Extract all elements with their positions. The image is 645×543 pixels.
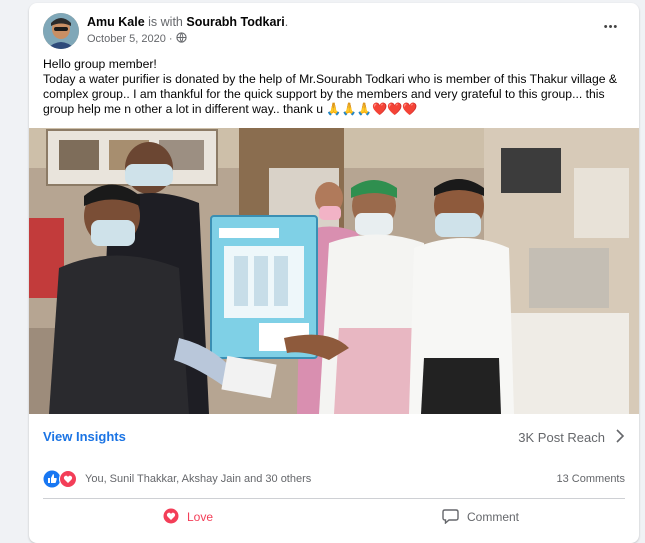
meta-separator: ·	[168, 33, 173, 45]
author-avatar[interactable]	[43, 13, 79, 49]
reaction-icons[interactable]	[43, 470, 77, 488]
like-icon	[43, 470, 61, 488]
post-actions: Love Comment	[29, 503, 639, 531]
author-line: Amu Kale is with Sourabh Todkari.	[87, 15, 288, 29]
love-icon	[59, 470, 77, 488]
chevron-right-icon	[615, 428, 625, 447]
post-reach-button[interactable]: 3K Post Reach	[518, 428, 625, 447]
reaction-names[interactable]: You, Sunil Thakkar, Akshay Jain and 30 o…	[85, 473, 311, 485]
tagged-suffix: .	[284, 15, 289, 29]
insights-row: View Insights 3K Post Reach	[43, 427, 625, 447]
post-meta: October 5, 2020 ·	[87, 32, 187, 46]
more-options-button[interactable]: •••	[599, 17, 623, 37]
post-text-line-2: Today a water purifier is donated by the…	[43, 72, 618, 116]
love-label: Love	[187, 510, 214, 524]
post-photo[interactable]	[29, 128, 639, 414]
comment-button[interactable]: Comment	[442, 505, 519, 529]
comment-icon	[442, 508, 459, 527]
globe-icon	[175, 32, 187, 46]
love-reaction-icon	[163, 508, 179, 527]
post-header: Amu Kale is with Sourabh Todkari. Octobe…	[43, 13, 623, 53]
post-text: Hello group member! Today a water purifi…	[43, 57, 633, 117]
love-button[interactable]: Love	[163, 505, 213, 529]
post-reach-text: 3K Post Reach	[518, 430, 605, 445]
comments-count[interactable]: 13 Comments	[557, 473, 625, 485]
author-name[interactable]: Amu Kale	[87, 15, 145, 29]
actions-divider	[43, 498, 625, 499]
tagged-user[interactable]: Sourabh Todkari	[186, 15, 284, 29]
post-text-line-1: Hello group member!	[43, 57, 157, 71]
post-date[interactable]: October 5, 2020	[87, 33, 166, 45]
view-insights-link[interactable]: View Insights	[43, 429, 126, 444]
with-text: is with	[148, 15, 183, 29]
more-horizontal-icon: •••	[603, 21, 619, 33]
reactions-row: You, Sunil Thakkar, Akshay Jain and 30 o…	[43, 468, 625, 490]
comment-label: Comment	[467, 510, 520, 524]
post-card: Amu Kale is with Sourabh Todkari. Octobe…	[29, 3, 639, 543]
